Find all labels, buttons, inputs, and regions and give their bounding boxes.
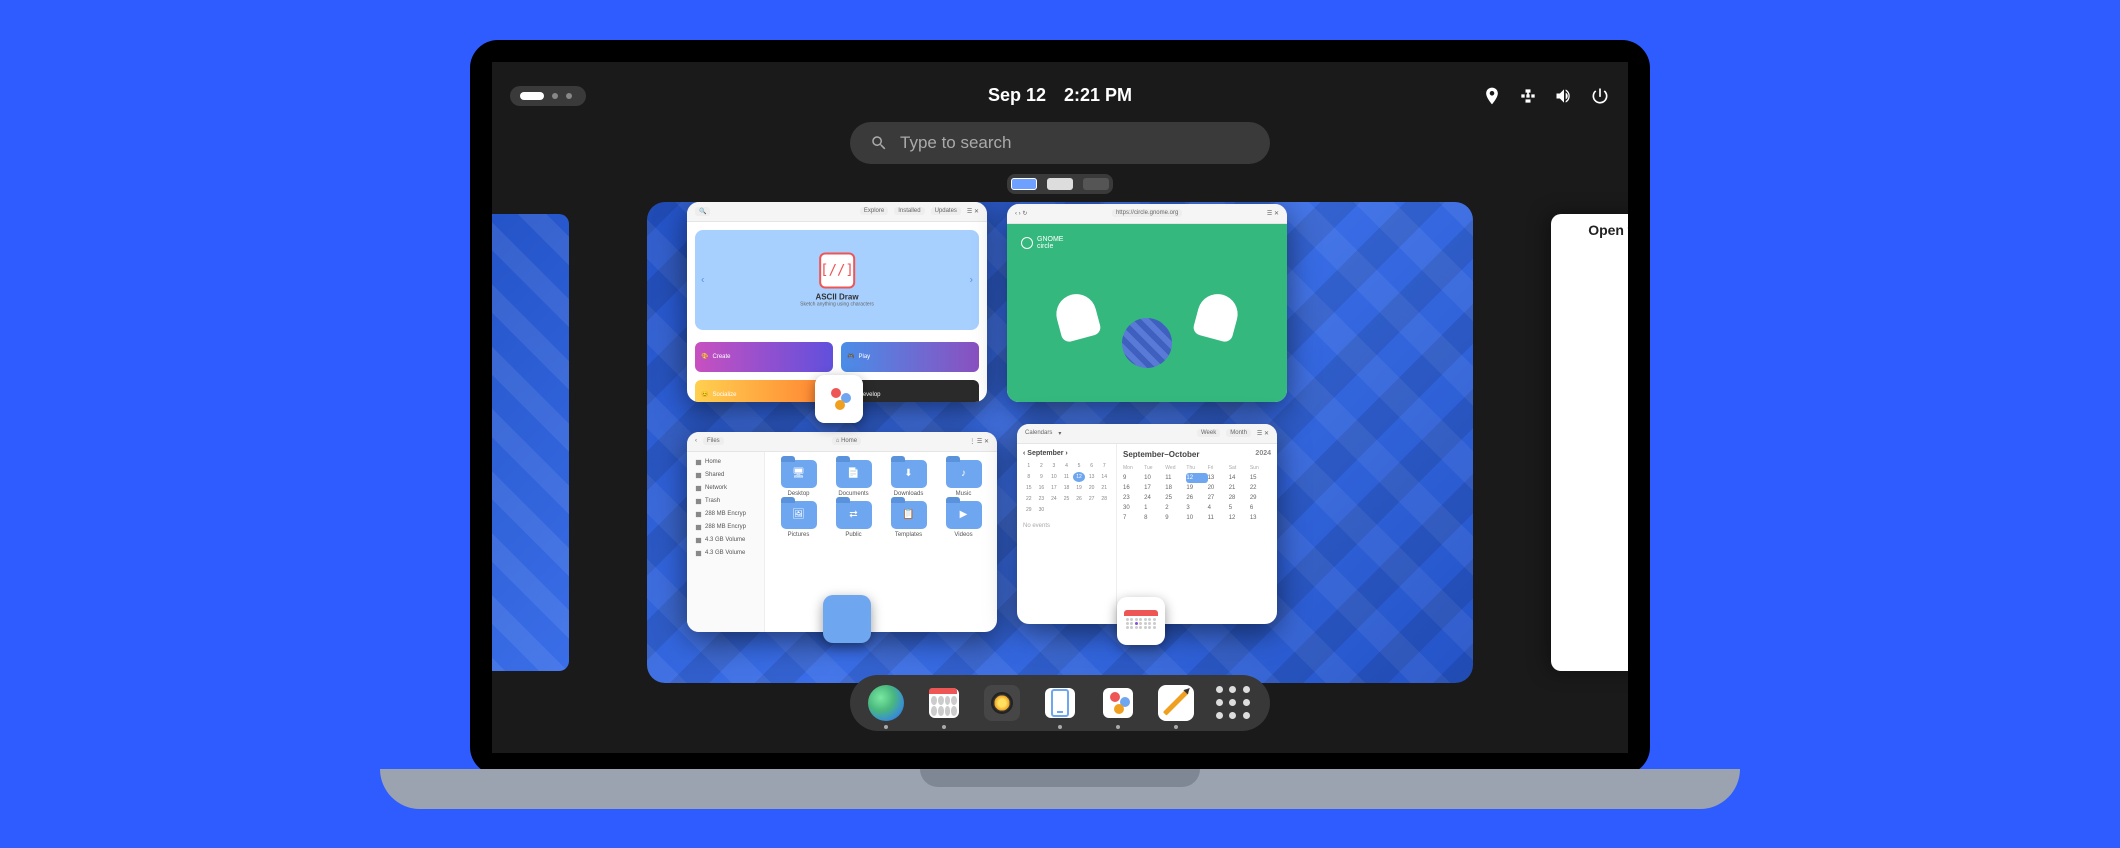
- sidebar-item: Shared: [691, 469, 760, 482]
- date-label: Sep 12: [988, 85, 1046, 106]
- window-overview: 🔍 Explore Installed Updates ☰ ✕ ‹›: [492, 202, 1628, 683]
- window-calendar-header: Calendars ▾ Week Month ☰ ✕: [1017, 424, 1277, 444]
- software-featured-banner: ‹› [//] ASCII Draw Sketch anything using…: [695, 230, 979, 330]
- current-workspace: 🔍 Explore Installed Updates ☰ ✕ ‹›: [647, 202, 1473, 683]
- featured-title: ASCII Draw: [800, 292, 874, 301]
- clock-area[interactable]: Sep 12 2:21 PM: [988, 85, 1132, 106]
- category-create: 🎨 Create: [695, 342, 833, 372]
- breadcrumb: ⌂ Home: [832, 437, 861, 445]
- desktop-overview: Sep 12 2:21 PM Type to search: [492, 62, 1628, 753]
- open-dropdown[interactable]: Open ▾: [1559, 222, 1628, 239]
- network-icon: [1518, 86, 1538, 106]
- sidebar-item: 288 MB Encryp: [691, 521, 760, 534]
- no-events-label: No events: [1023, 523, 1110, 529]
- status-area[interactable]: [1482, 86, 1610, 106]
- folder-item: 🖼Pictures: [773, 501, 824, 538]
- search-placeholder: Type to search: [900, 133, 1012, 153]
- dock-calendar[interactable]: [926, 685, 962, 721]
- top-bar: Sep 12 2:21 PM: [492, 74, 1628, 118]
- folder-item: ♪Music: [938, 460, 989, 497]
- workspace-thumb-active[interactable]: [1011, 178, 1037, 190]
- screen-bezel: Sep 12 2:21 PM Type to search: [470, 40, 1650, 775]
- window-files-header: ‹ Files ⌂ Home ⋮ ☰ ✕: [687, 432, 997, 452]
- dock-software[interactable]: [1100, 685, 1136, 721]
- web-content: GNOMEcircle: [1007, 224, 1287, 402]
- activities-button[interactable]: [510, 86, 586, 106]
- window-web-header: ‹ › ↻ https://circle.gnome.org ☰ ✕: [1007, 204, 1287, 224]
- tab-explore: Explore: [860, 207, 888, 215]
- activities-indicator: [520, 92, 544, 100]
- gnome-circle-logo: GNOMEcircle: [1021, 236, 1063, 250]
- dock: [850, 675, 1270, 731]
- workspace-thumb[interactable]: [1083, 178, 1109, 190]
- laptop-base: [380, 769, 1740, 809]
- sidebar-item: Home: [691, 456, 760, 469]
- sidebar-item: Network: [691, 482, 760, 495]
- workspace-thumb[interactable]: [1047, 178, 1073, 190]
- adjacent-workspace-right[interactable]: Open ▾: [1551, 214, 1628, 671]
- window-software[interactable]: 🔍 Explore Installed Updates ☰ ✕ ‹›: [687, 202, 987, 402]
- app-icon-files: [823, 595, 871, 643]
- url-bar: https://circle.gnome.org: [1112, 209, 1182, 217]
- search-bar[interactable]: Type to search: [850, 122, 1270, 164]
- sidebar-item: 4.3 GB Volume: [691, 534, 760, 547]
- tab-installed: Installed: [894, 207, 924, 215]
- adjacent-workspace-left[interactable]: [492, 214, 569, 671]
- sidebar-item: 4.3 GB Volume: [691, 547, 760, 560]
- time-label: 2:21 PM: [1064, 85, 1132, 106]
- hand-right-illustration: [1192, 289, 1242, 343]
- laptop-mockup: Sep 12 2:21 PM Type to search: [470, 40, 1650, 809]
- folder-item: 📋Templates: [883, 501, 934, 538]
- location-icon: [1482, 86, 1502, 106]
- power-icon: [1590, 86, 1610, 106]
- laptop-notch: [920, 769, 1200, 787]
- volume-icon: [1554, 86, 1574, 106]
- featured-subtitle: Sketch anything using characters: [800, 301, 874, 307]
- calendar-mini-month: ‹ September › 1234567 891011121314 15161…: [1017, 444, 1117, 624]
- folder-item: 📄Documents: [828, 460, 879, 497]
- sidebar-item: Trash: [691, 495, 760, 508]
- workspace-dot: [552, 93, 558, 99]
- folder-item: ▶Videos: [938, 501, 989, 538]
- files-sidebar: Home Shared Network Trash 288 MB Encryp …: [687, 452, 765, 632]
- tab-updates: Updates: [931, 207, 961, 215]
- workspace-dot: [566, 93, 572, 99]
- category-socialize: 😊 Socialize: [695, 380, 833, 402]
- sidebar-item: 288 MB Encryp: [691, 508, 760, 521]
- dock-text-editor[interactable]: [1158, 685, 1194, 721]
- search-icon: [870, 134, 888, 152]
- hand-left-illustration: [1052, 289, 1102, 343]
- dock-camera[interactable]: [984, 685, 1020, 721]
- category-play: 🎮 Play: [841, 342, 979, 372]
- window-software-header: 🔍 Explore Installed Updates ☰ ✕: [687, 202, 987, 222]
- workspace-switcher[interactable]: [1007, 174, 1113, 194]
- files-grid: 🖥Desktop 📄Documents ⬇Downloads ♪Music 🖼P…: [765, 452, 997, 632]
- folder-item: ⇄Public: [828, 501, 879, 538]
- app-icon-calendar: [1117, 597, 1165, 645]
- dock-show-apps[interactable]: [1216, 685, 1252, 721]
- folder-item: ⬇Downloads: [883, 460, 934, 497]
- ascii-draw-icon: [//]: [819, 252, 855, 288]
- dock-phone[interactable]: [1042, 685, 1078, 721]
- window-web[interactable]: ‹ › ↻ https://circle.gnome.org ☰ ✕ GNOME…: [1007, 204, 1287, 402]
- window-calendar[interactable]: Calendars ▾ Week Month ☰ ✕ ‹ September ›: [1017, 424, 1277, 624]
- globe-illustration: [1122, 318, 1172, 368]
- dock-web[interactable]: [868, 685, 904, 721]
- folder-item: 🖥Desktop: [773, 460, 824, 497]
- app-icon-software: [815, 375, 863, 423]
